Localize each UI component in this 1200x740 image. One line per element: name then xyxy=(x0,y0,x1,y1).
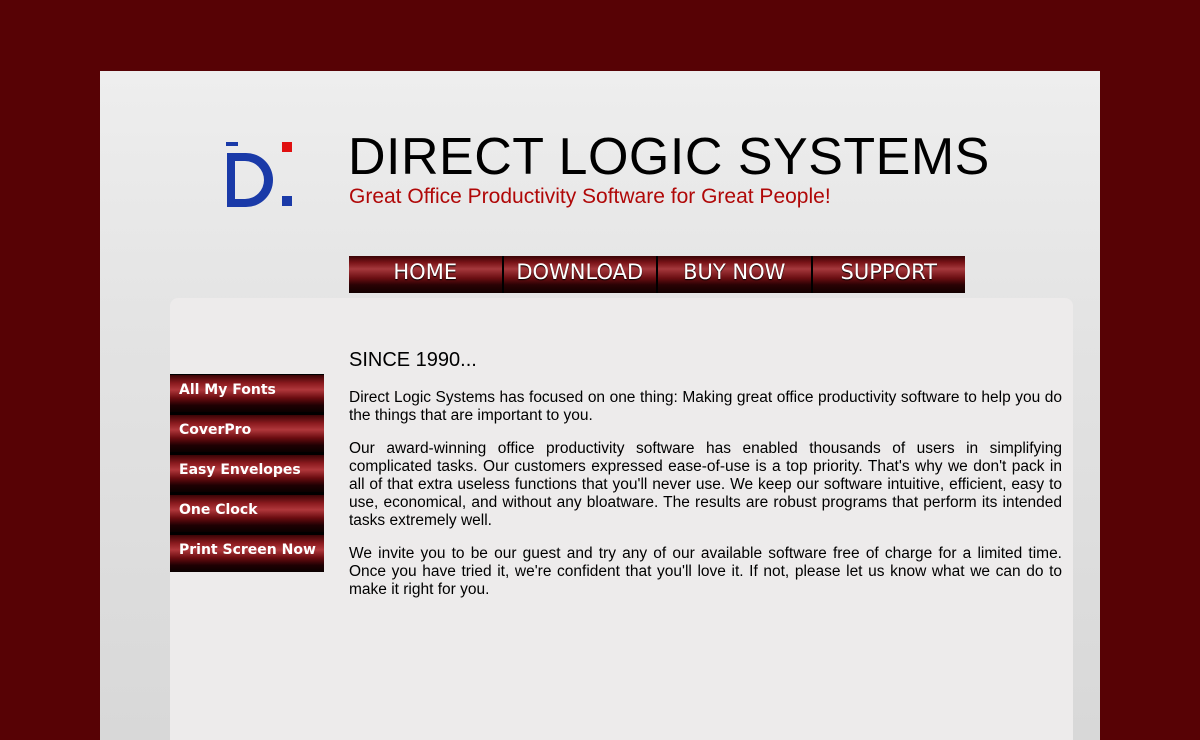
body-paragraph: Direct Logic Systems has focused on one … xyxy=(349,389,1062,424)
site-tagline: Great Office Productivity Software for G… xyxy=(349,185,831,208)
product-sidebar: All My Fonts CoverPro Easy Envelopes One… xyxy=(170,374,324,572)
sidebar-item-all-my-fonts[interactable]: All My Fonts xyxy=(170,374,324,412)
main-body: Direct Logic Systems has focused on one … xyxy=(349,389,1062,614)
page-container: DIRECT LOGIC SYSTEMS Great Office Produc… xyxy=(100,71,1100,740)
nav-buy-now[interactable]: BUY NOW xyxy=(658,256,813,293)
company-logo xyxy=(226,142,292,207)
sidebar-item-print-screen-now[interactable]: Print Screen Now xyxy=(170,534,324,572)
main-heading: SINCE 1990... xyxy=(349,349,477,371)
nav-support[interactable]: SUPPORT xyxy=(812,256,965,293)
top-navigation: HOME DOWNLOAD BUY NOW SUPPORT xyxy=(349,256,965,293)
nav-home[interactable]: HOME xyxy=(349,256,504,293)
sidebar-item-easy-envelopes[interactable]: Easy Envelopes xyxy=(170,454,324,492)
nav-download[interactable]: DOWNLOAD xyxy=(503,256,658,293)
body-paragraph: Our award-winning office productivity so… xyxy=(349,440,1062,529)
site-title: DIRECT LOGIC SYSTEMS xyxy=(348,128,990,186)
body-paragraph: We invite you to be our guest and try an… xyxy=(349,545,1062,598)
sidebar-item-one-clock[interactable]: One Clock xyxy=(170,494,324,532)
sidebar-item-coverpro[interactable]: CoverPro xyxy=(170,414,324,452)
